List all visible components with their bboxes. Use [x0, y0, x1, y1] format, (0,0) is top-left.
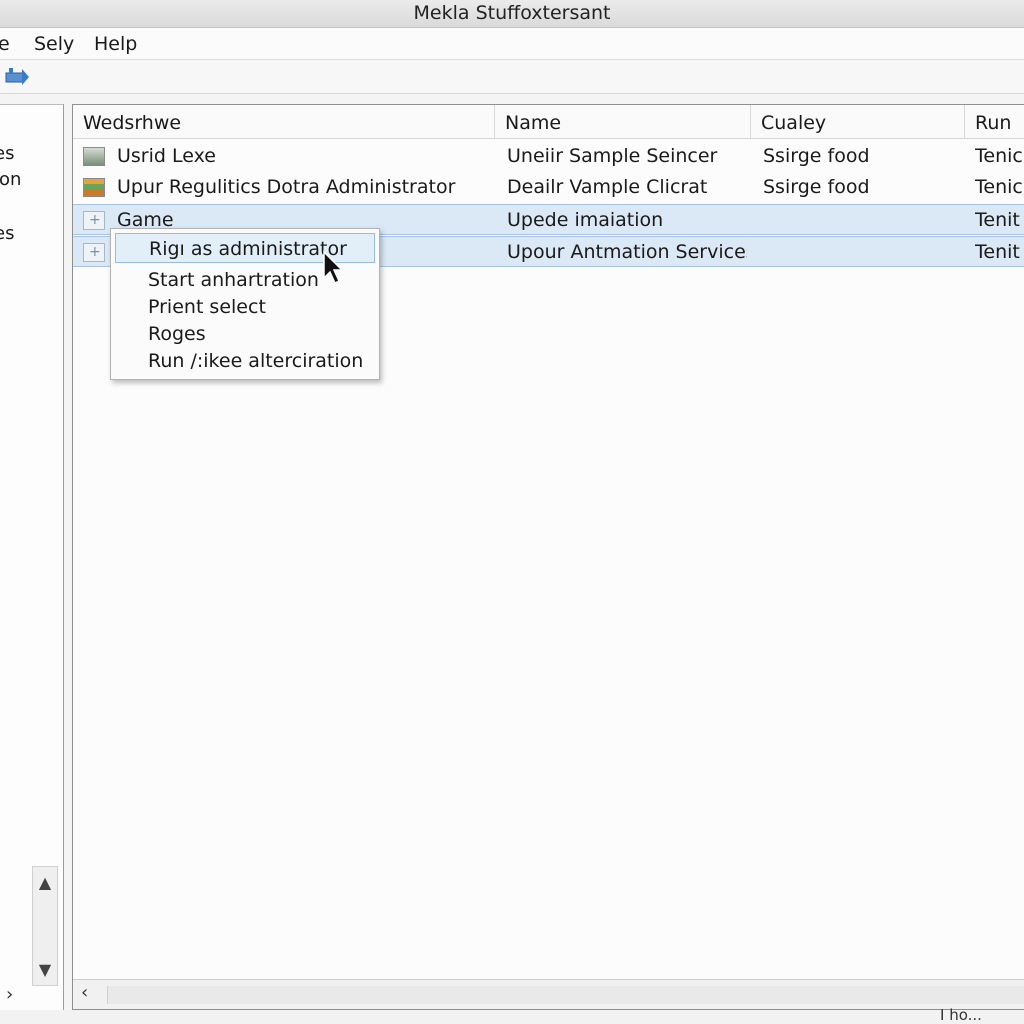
app-icon	[83, 147, 105, 166]
scrollbar-track[interactable]	[107, 986, 1024, 1004]
row-category-cell: Ssirge food	[763, 145, 870, 167]
row-run-cell: Tenic l	[975, 176, 1024, 198]
row-run-cell: Tenit ı	[975, 241, 1024, 263]
window-title: Mekla Stuffoxtersant	[413, 2, 611, 24]
menu-help[interactable]: Help	[94, 28, 137, 60]
column-header-run[interactable]: Run	[965, 105, 1024, 139]
toolbar	[0, 60, 1024, 94]
status-bar: I ho...	[0, 1006, 1024, 1024]
column-header-name[interactable]: Name	[495, 105, 751, 139]
transfer-icon[interactable]	[4, 66, 30, 88]
folder-icon	[83, 237, 105, 268]
status-text: I ho...	[940, 1006, 982, 1024]
chevron-right-icon[interactable]: ›	[6, 984, 13, 1005]
scroll-left-icon[interactable]: ‹	[81, 982, 88, 1003]
row-description-cell: Upede imaiation	[507, 209, 664, 231]
menu-sely[interactable]: Sely	[34, 28, 74, 60]
row-description-cell: Upour Antmation Services	[507, 241, 747, 263]
app-icon	[83, 178, 105, 197]
table-row[interactable]: Upur Regulitics Dotra Administrator Deai…	[73, 172, 1024, 203]
row-name-cell: Usrid Lexe	[117, 145, 216, 167]
left-vertical-scrollbar[interactable]: ▲ ▼	[32, 866, 58, 986]
row-description-cell: Uneiir Sample Seincer	[507, 145, 718, 167]
row-run-cell: Tenic )	[975, 145, 1024, 167]
row-category-cell: Ssirge food	[763, 176, 870, 198]
row-run-cell: Tenit ı	[975, 209, 1024, 231]
mouse-pointer-icon	[322, 250, 346, 286]
window-title-bar: Mekla Stuffoxtersant	[0, 0, 1024, 28]
menu-bar: e Sely Help	[0, 28, 1024, 60]
row-name-cell: Upur Regulitics Dotra Administrator	[117, 176, 456, 198]
scroll-down-icon[interactable]: ▼	[33, 960, 57, 979]
table-header: Wedsrhwe Name Cualey Run	[73, 105, 1024, 139]
context-menu-item-select[interactable]: Prient select	[115, 292, 375, 322]
left-pane-item[interactable]: es	[0, 143, 14, 164]
left-pane-item[interactable]: es	[0, 223, 14, 244]
context-menu-item-roges[interactable]: Roges	[115, 319, 375, 349]
folder-icon	[83, 205, 105, 236]
left-pane-item[interactable]: ion	[0, 169, 21, 190]
menu-file[interactable]: e	[0, 28, 10, 60]
table-row[interactable]: Usrid Lexe Uneiir Sample Seincer Ssirge …	[73, 141, 1024, 172]
context-menu-item-run-alternate[interactable]: Run /:ikee alterciration	[115, 346, 375, 376]
column-header-cualey[interactable]: Cualey	[751, 105, 965, 139]
row-description-cell: Deailr Vample Clicrat	[507, 176, 708, 198]
scroll-up-icon[interactable]: ▲	[33, 873, 57, 892]
column-header-wedsrhwe[interactable]: Wedsrhwe	[73, 105, 495, 139]
horizontal-scrollbar[interactable]: ‹	[73, 979, 1024, 1009]
